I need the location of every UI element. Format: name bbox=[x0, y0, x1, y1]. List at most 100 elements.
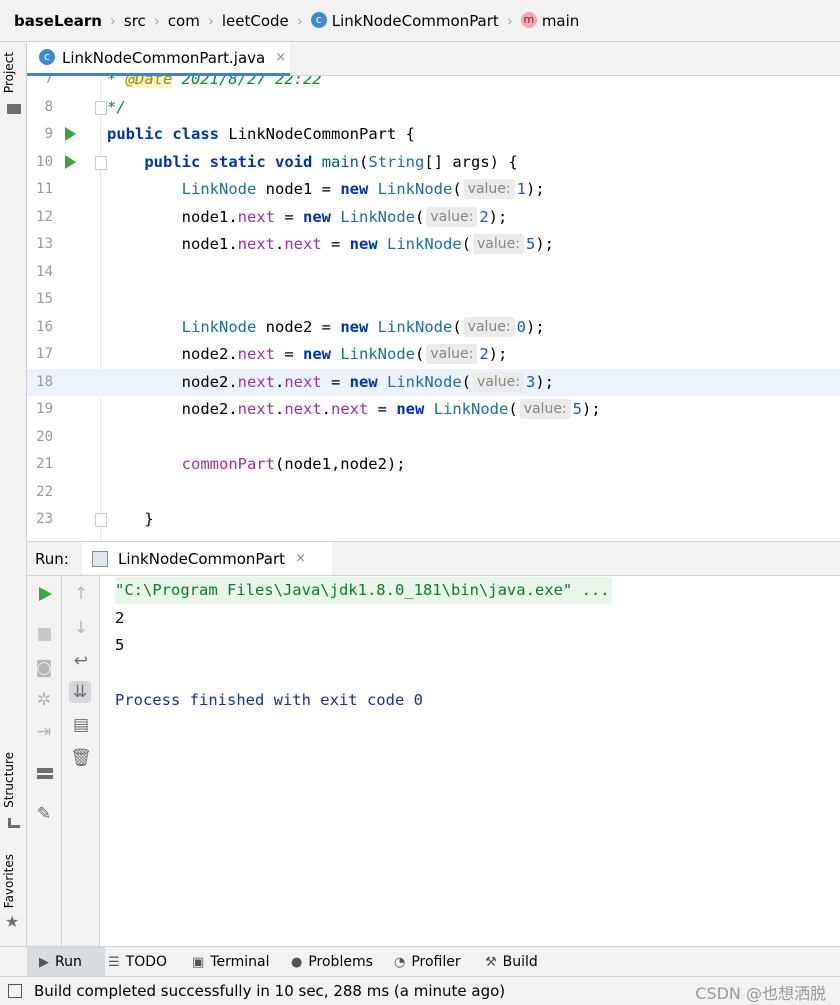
exit-icon[interactable]: ⇥ bbox=[33, 721, 55, 743]
folder-icon bbox=[7, 104, 21, 114]
close-icon[interactable]: × bbox=[275, 50, 286, 65]
breadcrumb-method[interactable]: main bbox=[542, 12, 579, 30]
chevron-right-icon: › bbox=[296, 11, 303, 30]
code-line: 17 node2.next = new LinkNode(value: 2); bbox=[27, 341, 840, 368]
problems-icon: ● bbox=[291, 954, 303, 970]
tool-window-run[interactable]: ▶ Run bbox=[27, 947, 105, 977]
breadcrumb-class[interactable]: LinkNodeCommonPart bbox=[332, 12, 499, 30]
star-icon: ★ bbox=[5, 912, 20, 931]
code-line-current: 18 node2.next.next = new LinkNode(value:… bbox=[27, 369, 840, 396]
fold-icon[interactable] bbox=[95, 156, 107, 170]
line-number: 7 bbox=[44, 76, 53, 87]
line-number: 13 bbox=[36, 236, 53, 252]
arrow-down-icon[interactable]: ↓ bbox=[70, 617, 92, 639]
close-icon[interactable]: × bbox=[295, 551, 306, 566]
build-icon: ⚒ bbox=[485, 954, 497, 970]
todo-icon: ☰ bbox=[108, 954, 120, 970]
status-message[interactable]: Build completed successfully in 10 sec, … bbox=[34, 982, 505, 1000]
run-icon: ▶ bbox=[39, 954, 49, 970]
camera-icon[interactable]: ◙ bbox=[33, 657, 55, 679]
chevron-right-icon: › bbox=[506, 11, 513, 30]
tool-window-problems[interactable]: ● Problems bbox=[291, 947, 373, 977]
rerun-icon[interactable] bbox=[39, 587, 52, 601]
tab-label: LinkNodeCommonPart.java bbox=[62, 48, 266, 67]
chevron-right-icon: › bbox=[207, 11, 214, 30]
line-number: 23 bbox=[36, 511, 53, 527]
terminal-icon: ▣ bbox=[192, 954, 205, 970]
run-main-gutter-icon[interactable] bbox=[65, 155, 76, 169]
code-line: 22 bbox=[27, 479, 840, 506]
tool-window-terminal[interactable]: ▣ Terminal bbox=[192, 947, 269, 977]
line-number: 22 bbox=[36, 484, 53, 500]
java-class-icon: c bbox=[310, 11, 327, 28]
console-command-line: "C:\Program Files\Java\jdk1.8.0_181\bin\… bbox=[115, 577, 612, 604]
pin-icon[interactable]: ✎ bbox=[33, 803, 55, 825]
code-line: 10 public static void main(String[] args… bbox=[27, 149, 840, 176]
project-tool-button[interactable]: Project bbox=[2, 52, 16, 93]
breadcrumb-src[interactable]: src bbox=[124, 12, 146, 30]
watermark: CSDN @也想洒脱 bbox=[695, 984, 826, 1003]
tool-window-todo[interactable]: ☰ TODO bbox=[108, 947, 167, 977]
chevron-right-icon: › bbox=[109, 11, 116, 30]
line-number: 17 bbox=[36, 346, 53, 362]
code-line: 9 public class LinkNodeCommonPart { bbox=[27, 121, 840, 148]
code-line: 12 node1.next = new LinkNode(value: 2); bbox=[27, 204, 840, 231]
line-number: 8 bbox=[44, 99, 53, 115]
run-panel-header: Run: LinkNodeCommonPart × bbox=[27, 541, 840, 576]
code-line: 7 * @Date 2021/8/27 22:22 bbox=[27, 76, 840, 93]
structure-icon bbox=[8, 818, 20, 828]
tab-run-linknodecommonpart[interactable]: LinkNodeCommonPart × bbox=[82, 542, 332, 575]
trash-icon[interactable]: 🗑 bbox=[70, 747, 92, 769]
code-line: 11 LinkNode node1 = new LinkNode(value: 1… bbox=[27, 176, 840, 203]
line-number: 14 bbox=[36, 264, 53, 280]
structure-tool-button[interactable]: Structure bbox=[2, 752, 16, 808]
status-bar: Build completed successfully in 10 sec, … bbox=[0, 976, 840, 1005]
print-icon[interactable]: ▤ bbox=[70, 714, 92, 736]
code-line: 20 bbox=[27, 424, 840, 451]
tool-window-bar: ▶ Run ☰ TODO ▣ Terminal ● Problems ◔ Profiler… bbox=[0, 946, 840, 977]
run-config-icon bbox=[92, 550, 108, 567]
breadcrumb-project[interactable]: baseLearn bbox=[14, 12, 102, 30]
tab-linknodecommonpart-java[interactable]: c LinkNodeCommonPart.java × bbox=[27, 42, 290, 76]
tool-window-profiler[interactable]: ◔ Profiler bbox=[394, 947, 461, 977]
console-output-line: 2 bbox=[115, 609, 125, 627]
code-line: 19 node2.next.next.next = new LinkNode(v… bbox=[27, 396, 840, 423]
tool-windows-toggle-icon[interactable] bbox=[8, 984, 22, 998]
fold-icon[interactable] bbox=[95, 513, 107, 527]
breadcrumb: baseLearn › src › com › leetCode › c Lin… bbox=[0, 0, 840, 42]
run-toolbar-secondary: ↑ ↓ ↩ ⇊ ▤ 🗑 bbox=[62, 576, 100, 946]
line-number: 20 bbox=[36, 429, 53, 445]
editor-tab-bar: c LinkNodeCommonPart.java × bbox=[27, 42, 840, 76]
line-number: 19 bbox=[36, 401, 53, 417]
scroll-to-end-icon[interactable]: ⇊ bbox=[69, 681, 91, 703]
tool-window-build[interactable]: ⚒ Build bbox=[485, 947, 538, 977]
breadcrumb-leetcode[interactable]: leetCode bbox=[222, 12, 289, 30]
code-line: 15 bbox=[27, 286, 840, 313]
line-number: 21 bbox=[36, 456, 53, 472]
code-editor[interactable]: 7 * @Date 2021/8/27 22:22 8 */ 9 public … bbox=[27, 76, 840, 541]
profiler-icon: ◔ bbox=[394, 954, 406, 970]
line-number: 11 bbox=[36, 181, 53, 197]
favorites-tool-button[interactable]: Favorites bbox=[2, 854, 16, 908]
console-output[interactable]: "C:\Program Files\Java\jdk1.8.0_181\bin\… bbox=[100, 576, 840, 946]
run-label: Run: bbox=[35, 550, 69, 568]
breadcrumb-com[interactable]: com bbox=[168, 12, 200, 30]
line-number: 18 bbox=[36, 374, 53, 390]
line-number: 12 bbox=[36, 209, 53, 225]
fold-icon[interactable] bbox=[95, 101, 107, 115]
code-line: 23 } bbox=[27, 506, 840, 533]
run-class-gutter-icon[interactable] bbox=[65, 127, 76, 141]
line-number: 16 bbox=[36, 319, 53, 335]
layout-icon[interactable] bbox=[37, 768, 53, 779]
arrow-up-icon[interactable]: ↑ bbox=[70, 583, 92, 605]
line-number: 9 bbox=[44, 126, 53, 142]
soft-wrap-icon[interactable]: ↩ bbox=[70, 650, 92, 672]
left-tool-strip: Project Structure Favorites ★ bbox=[0, 42, 27, 946]
debug-icon[interactable]: ✲ bbox=[33, 689, 55, 711]
line-number: 15 bbox=[36, 291, 53, 307]
code-line: 16 LinkNode node2 = new LinkNode(value: 0… bbox=[27, 314, 840, 341]
java-class-icon: c bbox=[39, 48, 55, 65]
stop-icon[interactable] bbox=[38, 628, 51, 641]
code-line: 13 node1.next.next = new LinkNode(value:… bbox=[27, 231, 840, 258]
code-line: 14 bbox=[27, 259, 840, 286]
